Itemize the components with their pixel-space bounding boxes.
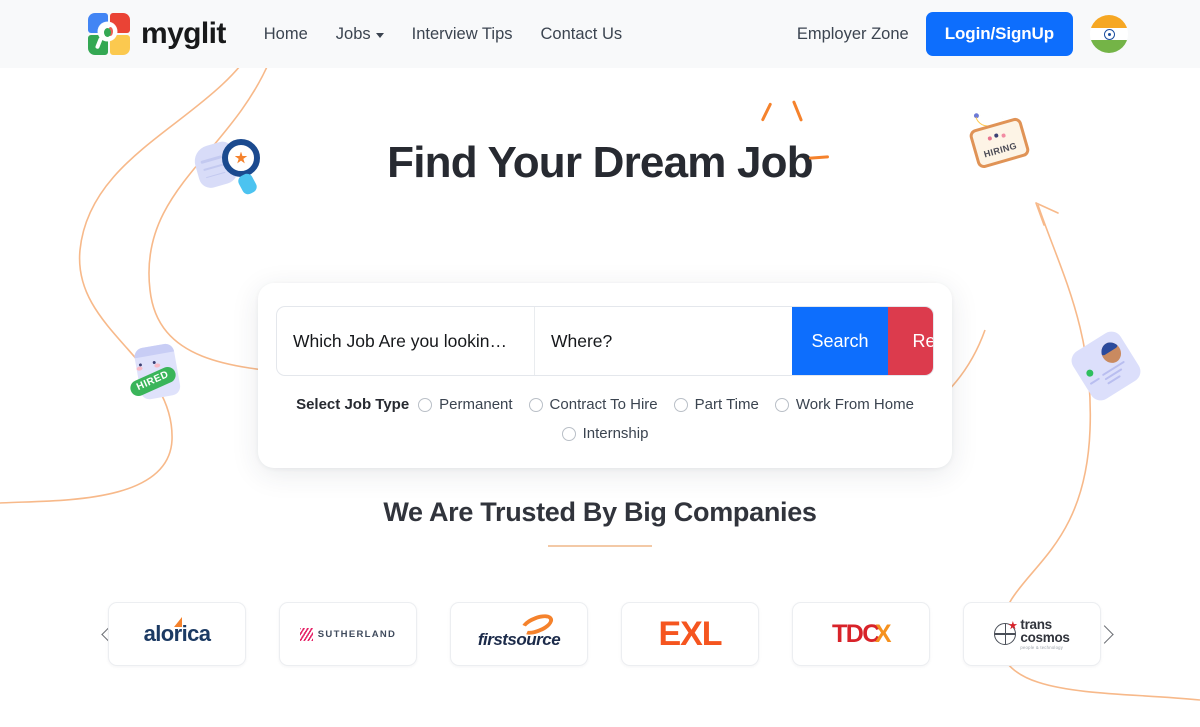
- job-search-input[interactable]: [277, 307, 535, 375]
- company-card-tdcx[interactable]: TD C X: [792, 602, 930, 666]
- carousel-next-button[interactable]: [1092, 619, 1116, 649]
- firstsource-logo: firstsource: [477, 609, 561, 650]
- radio-part-time[interactable]: Part Time: [673, 396, 759, 413]
- profile-card-illustration: [1067, 327, 1145, 405]
- chevron-right-icon: [1094, 624, 1114, 644]
- main-nav: Home Jobs Interview Tips Contact Us: [264, 25, 622, 44]
- tdcx-logo: TD C X: [831, 619, 892, 649]
- trusted-section-title: We Are Trusted By Big Companies: [383, 497, 817, 527]
- alorica-logo: alorica: [143, 617, 211, 646]
- radio-work-from-home[interactable]: Work From Home: [774, 396, 914, 413]
- transcosmos-line1: trans: [1020, 616, 1052, 632]
- company-card-sutherland[interactable]: SUTHERLAND: [279, 602, 417, 666]
- radio-internship-label: Internship: [582, 425, 649, 442]
- hero-section: Find Your Dream Job: [0, 100, 1200, 188]
- transcosmos-logo: trans cosmos people & technology: [994, 616, 1070, 651]
- page-root: HIRED HIRING myglit Home Jobs Interview …: [0, 0, 1200, 727]
- sutherland-hatch-icon: [299, 627, 313, 641]
- transcosmos-tagline: people & technology: [1020, 645, 1064, 651]
- company-logo-track: alorica SUTHERLAND firstsource EXL TD C …: [108, 602, 1101, 666]
- radio-button-icon[interactable]: [528, 397, 543, 412]
- myglit-logo-icon: [88, 13, 130, 55]
- nav-item-contact-us[interactable]: Contact Us: [541, 25, 623, 44]
- sutherland-logo: SUTHERLAND: [299, 627, 397, 641]
- radio-button-icon[interactable]: [418, 397, 433, 412]
- nav-item-home-label: Home: [263, 24, 308, 43]
- radio-permanent-label: Permanent: [439, 396, 513, 413]
- radio-contract-to-hire[interactable]: Contract To Hire: [528, 396, 658, 413]
- chevron-down-icon: [375, 33, 384, 38]
- company-logo-carousel: alorica SUTHERLAND firstsource EXL TD C …: [0, 601, 1200, 667]
- company-card-transcosmos[interactable]: trans cosmos people & technology: [963, 602, 1101, 666]
- radio-internship[interactable]: Internship: [561, 425, 649, 442]
- company-card-alorica[interactable]: alorica: [108, 602, 246, 666]
- radio-button-icon[interactable]: [561, 426, 576, 441]
- nav-item-home[interactable]: Home: [264, 25, 308, 44]
- section-divider: [548, 545, 652, 547]
- exl-logo: EXL: [658, 614, 722, 653]
- tdcx-td-text: TD: [831, 619, 864, 648]
- site-header: myglit Home Jobs Interview Tips Contact …: [0, 0, 1200, 68]
- employer-zone-link[interactable]: Employer Zone: [797, 25, 909, 44]
- radio-button-icon[interactable]: [673, 397, 688, 412]
- job-type-label: Select Job Type: [296, 396, 410, 413]
- nav-item-jobs[interactable]: Jobs: [336, 25, 384, 44]
- search-button[interactable]: Search: [792, 307, 888, 375]
- reset-button[interactable]: Reset: [888, 307, 933, 375]
- job-search-card: Search Reset Select Job Type Permanent C…: [258, 283, 952, 468]
- nav-item-jobs-label: Jobs: [335, 24, 371, 43]
- sutherland-logo-text: SUTHERLAND: [317, 628, 397, 640]
- search-bar: Search Reset: [276, 306, 934, 376]
- radio-button-icon[interactable]: [774, 397, 789, 412]
- spark-ray-icon-1: [760, 102, 773, 122]
- company-card-exl[interactable]: EXL: [621, 602, 759, 666]
- brand-name: myglit: [141, 17, 226, 50]
- login-signup-button[interactable]: Login/SignUp: [925, 12, 1073, 56]
- job-type-filter-row-1: Select Job Type Permanent Contract To Hi…: [276, 397, 934, 412]
- tdcx-x-text: X: [874, 619, 892, 648]
- spark-ray-icon-3: [808, 155, 829, 160]
- transcosmos-line2: cosmos: [1020, 630, 1070, 646]
- nav-item-contact-us-label: Contact Us: [540, 24, 623, 43]
- hero-title-text: Find Your Dream Job: [387, 138, 813, 187]
- brand-logo[interactable]: myglit: [88, 13, 226, 55]
- location-search-input[interactable]: [535, 307, 792, 375]
- nav-item-interview-tips[interactable]: Interview Tips: [412, 25, 513, 44]
- radio-work-from-home-label: Work From Home: [795, 396, 914, 413]
- company-card-firstsource[interactable]: firstsource: [450, 602, 588, 666]
- job-type-filter-row-2: Internship: [276, 425, 934, 442]
- header-actions: Employer Zone Login/SignUp: [797, 12, 1128, 56]
- page-title: Find Your Dream Job: [387, 100, 829, 188]
- nav-item-interview-tips-label: Interview Tips: [411, 24, 513, 43]
- radio-permanent[interactable]: Permanent: [418, 396, 513, 413]
- spark-ray-icon-2: [791, 100, 803, 122]
- globe-icon: [994, 621, 1018, 645]
- hired-stamp-label: HIRED: [127, 364, 179, 399]
- star-icon: [1008, 621, 1018, 630]
- radio-part-time-label: Part Time: [694, 396, 759, 413]
- hired-card-illustration: HIRED: [125, 340, 196, 410]
- india-flag-icon[interactable]: [1090, 15, 1128, 53]
- firstsource-logo-text: firstsource: [477, 629, 561, 649]
- radio-contract-to-hire-label: Contract To Hire: [549, 396, 658, 413]
